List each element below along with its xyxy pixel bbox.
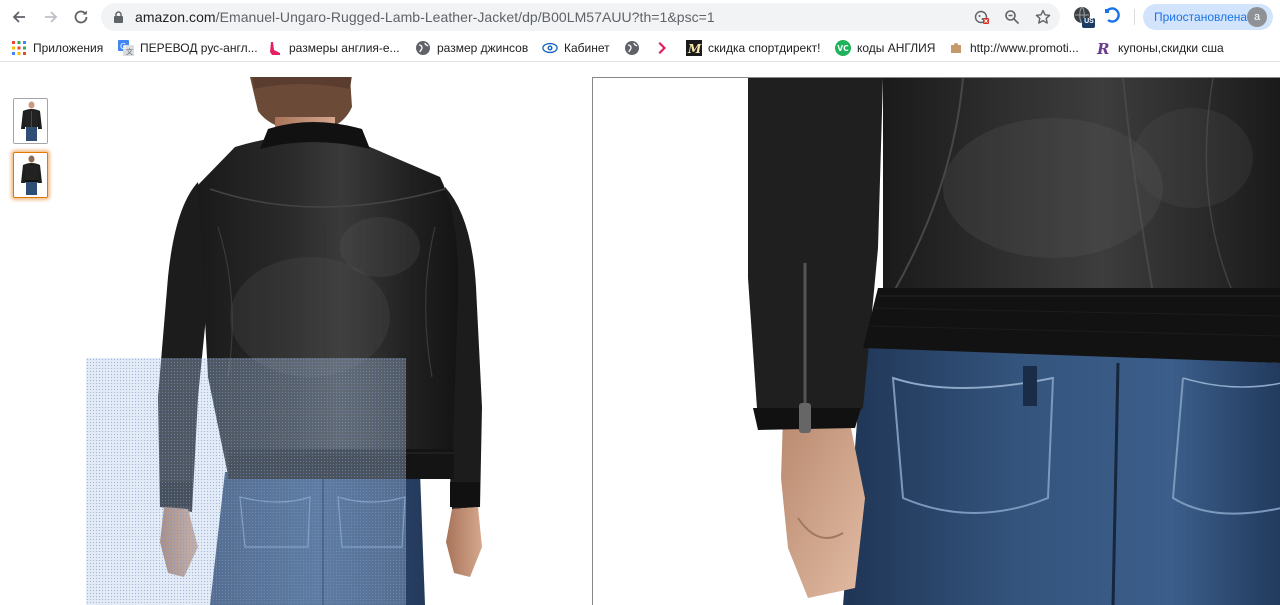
bookmark-label: купоны,скидки сша [1118,41,1224,55]
extension-badge: US [1084,18,1094,25]
bookmark-globe[interactable] [624,38,646,58]
bookmark-jeans-size[interactable]: размер джинсов [415,38,528,58]
eye-icon [542,40,558,56]
toolbar-divider [1134,9,1135,25]
product-page [0,63,1280,605]
bookmark-promo[interactable]: http://www.promoti... [948,38,1079,58]
bookmark-sportsdirect[interactable]: M скидка спортдирект! [686,38,820,58]
bookmark-label: Кабинет [564,41,610,55]
apps-grid-icon [11,40,27,56]
bookmarks-bar: Приложения G文 ПЕРЕВОД рус-англ... размер… [0,34,1280,62]
profile-status: Приостановлена [1154,10,1248,24]
shoe-icon [267,40,283,56]
arrow-right-icon [45,11,58,23]
thumbnail-back-view[interactable] [13,152,48,198]
jacket-back-thumbnail-image [14,153,47,197]
globe-icon [624,40,640,56]
vpn-extension-icon[interactable]: US [1072,5,1096,29]
reload-button[interactable] [67,3,95,31]
vc-logo-icon: VC [835,40,851,56]
bookmark-label: скидка спортдирект! [708,41,821,55]
bookmark-star-icon[interactable] [1034,8,1052,26]
bookmark-arrow[interactable] [655,38,677,58]
blocked-cookies-icon[interactable] [973,8,991,26]
arrow-logo-icon [655,40,671,56]
bookmark-uk-codes[interactable]: VC коды АНГЛИЯ [835,38,935,58]
bookmark-cabinet[interactable]: Кабинет [542,38,610,58]
address-bar[interactable]: amazon.com/Emanuel-Ungaro-Rugged-Lamb-Le… [101,3,1060,31]
svg-text:VC: VC [837,44,849,53]
thumbnail-front-view[interactable] [13,98,48,144]
globe-icon [415,40,431,56]
avatar: a [1247,7,1267,27]
puzzle-icon [948,40,964,56]
url-text: amazon.com/Emanuel-Ungaro-Rugged-Lamb-Le… [135,9,715,25]
bookmark-apps[interactable]: Приложения [11,38,103,58]
bookmark-label: коды АНГЛИЯ [857,41,936,55]
jacket-front-thumbnail-image [14,99,47,143]
arrow-left-icon [12,11,25,23]
bookmark-label: Приложения [33,41,104,55]
bookmark-coupons[interactable]: R купоны,скидки сша [1096,38,1224,58]
svg-text:R: R [1096,40,1109,56]
url-path: /Emanuel-Ungaro-Rugged-Lamb-Leather-Jack… [215,9,715,25]
zoomed-jacket-image [748,78,1280,605]
bookmark-label: размеры англия-е... [289,41,400,55]
browser-toolbar: amazon.com/Emanuel-Ungaro-Rugged-Lamb-Le… [0,0,1280,34]
svg-text:M: M [687,42,702,56]
bookmark-label: размер джинсов [437,41,529,55]
bookmark-translate[interactable]: G文 ПЕРЕВОД рус-англ... [118,38,258,58]
bookmark-label: http://www.promoti... [970,41,1079,55]
r-logo-icon: R [1096,40,1112,56]
zoom-icon[interactable] [1003,8,1021,26]
svg-text:文: 文 [126,47,133,56]
lock-icon [114,11,123,23]
url-domain: amazon.com [135,9,216,25]
m-logo-icon: M [686,40,702,56]
forward-button[interactable] [37,3,65,31]
back-button[interactable] [5,3,33,31]
google-translate-icon: G文 [118,40,134,56]
reload-icon [74,10,88,24]
zoom-preview-pane [592,77,1280,605]
zoom-lens[interactable] [86,358,406,605]
bookmark-label: ПЕРЕВОД рус-англ... [140,41,258,55]
undo-extension-icon[interactable] [1101,5,1125,29]
bookmark-sizes-uk[interactable]: размеры англия-е... [267,38,400,58]
profile-button[interactable]: Приостановлена a [1143,4,1273,30]
